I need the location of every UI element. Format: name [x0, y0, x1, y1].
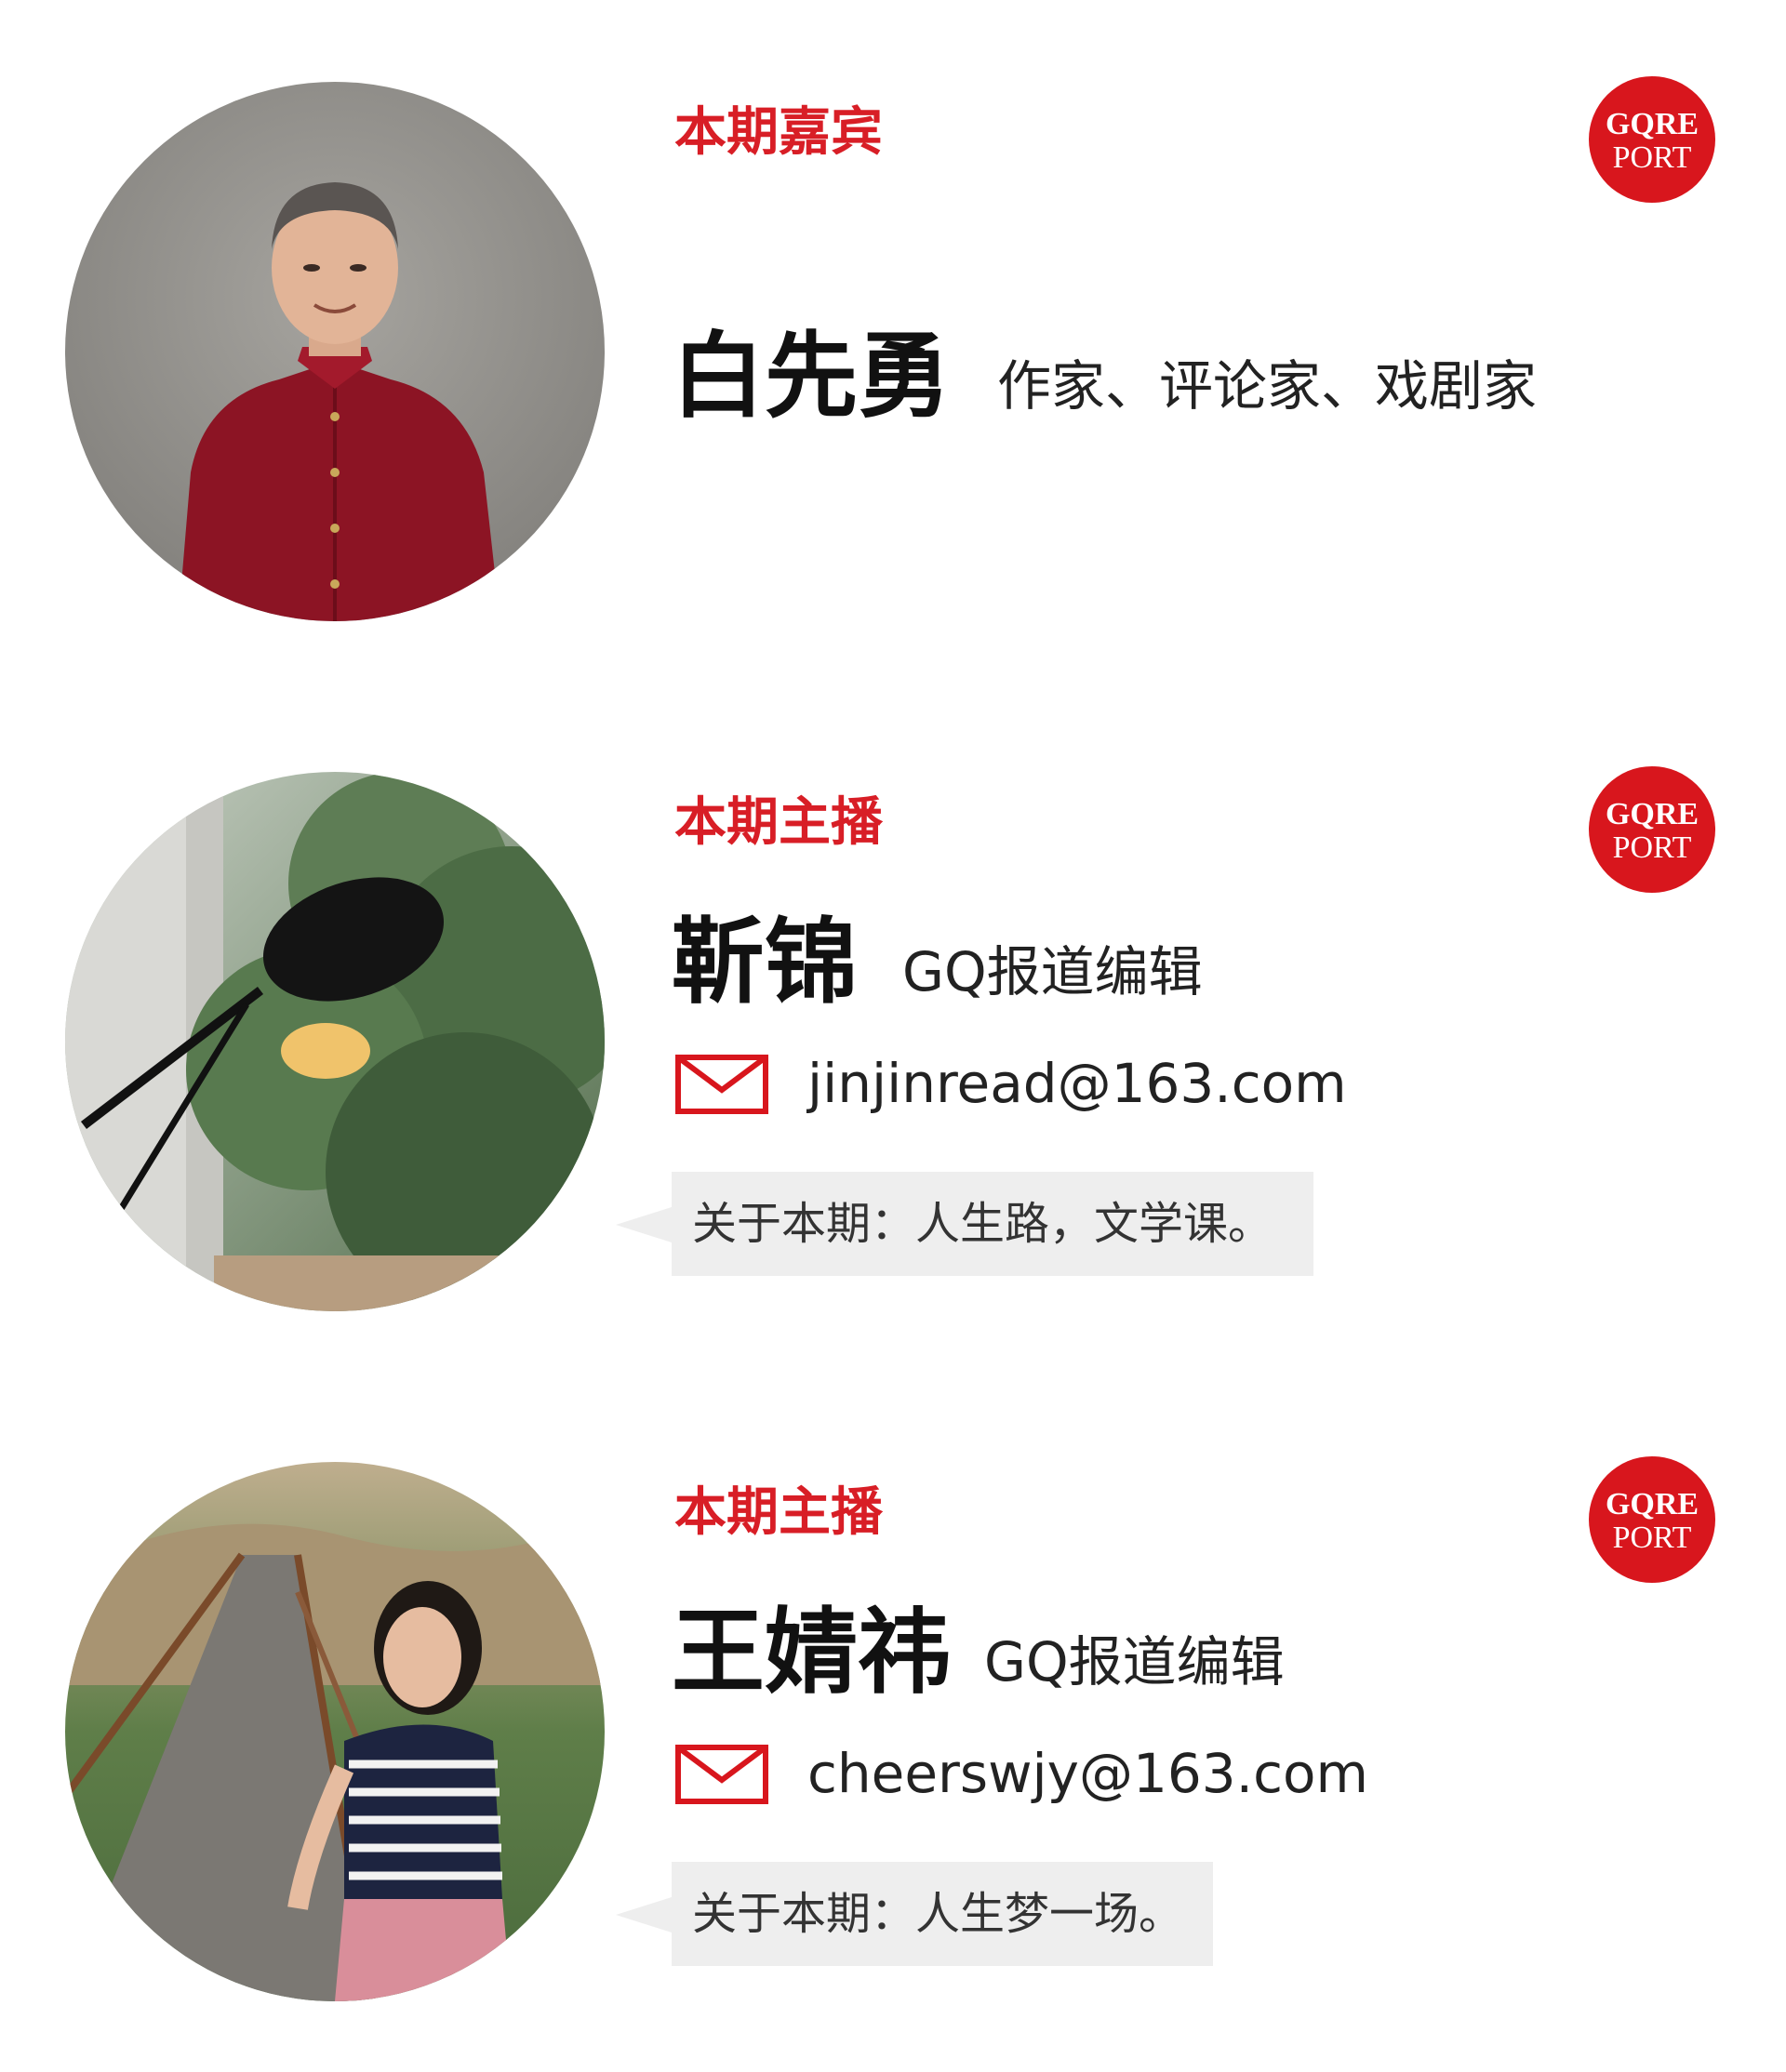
envelope-icon — [675, 1745, 768, 1804]
svg-text:GQRE: GQRE — [1606, 1487, 1699, 1521]
guest-portrait-photo — [65, 82, 605, 621]
host-card-1: 本期主播 GQRE PORT 靳锦 GQ报道编辑 jinjinread@163.… — [0, 690, 1786, 1378]
host-2-about-bubble: 关于本期：人生梦一场。 — [616, 1862, 1213, 1966]
gq-report-logo-icon: GQRE PORT — [1606, 107, 1699, 175]
guest-role-label: 本期嘉宾 — [674, 102, 883, 163]
host-2-email-link[interactable]: cheerswjy@163.com — [807, 1741, 1368, 1806]
svg-text:GQRE: GQRE — [1606, 107, 1699, 141]
host-2-about-text: 关于本期：人生梦一场。 — [692, 1888, 1184, 1940]
host-1-title: GQ报道编辑 — [902, 940, 1203, 1003]
host-1-about-bubble: 关于本期：人生路，文学课。 — [616, 1172, 1313, 1276]
host-2-name: 王婧祎 — [672, 1598, 951, 1707]
host-2-role-label: 本期主播 — [674, 1482, 883, 1543]
host-2-title: GQ报道编辑 — [984, 1630, 1285, 1693]
bridge-portrait-photo — [65, 1462, 605, 2001]
gq-report-logo: GQRE PORT — [1589, 1456, 1715, 1583]
host-1-avatar — [65, 772, 605, 1311]
host-1-name: 靳锦 — [672, 908, 858, 1016]
svg-text:PORT: PORT — [1613, 1521, 1692, 1555]
guest-name: 白先勇 — [672, 322, 951, 431]
svg-text:PORT: PORT — [1613, 140, 1692, 175]
gq-report-logo: GQRE PORT — [1589, 766, 1715, 893]
host-2-avatar — [65, 1462, 605, 2001]
host-1-about-text: 关于本期：人生路，文学课。 — [692, 1198, 1273, 1250]
host-1-email-link[interactable]: jinjinread@163.com — [807, 1051, 1347, 1116]
gq-report-logo: GQRE PORT — [1589, 76, 1715, 203]
svg-text:PORT: PORT — [1613, 830, 1692, 865]
gq-report-logo-icon: GQRE PORT — [1606, 1487, 1699, 1555]
guest-avatar — [65, 82, 605, 621]
lamp-photo — [65, 772, 605, 1311]
host-1-role-label: 本期主播 — [674, 792, 883, 853]
envelope-icon — [675, 1055, 768, 1114]
gq-report-logo-icon: GQRE PORT — [1606, 797, 1699, 865]
guest-card: 本期嘉宾 GQRE PORT 白先勇 作家、评论家、戏剧家 — [0, 0, 1786, 688]
host-card-2: 本期主播 GQRE PORT 王婧祎 GQ报道编辑 cheerswjy@163.… — [0, 1380, 1786, 2068]
svg-text:GQRE: GQRE — [1606, 797, 1699, 831]
guest-title: 作家、评论家、戏剧家 — [997, 354, 1538, 418]
